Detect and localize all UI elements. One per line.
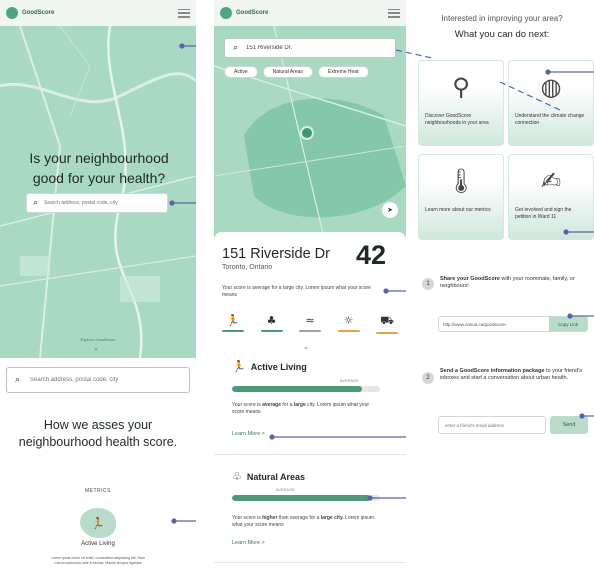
tile-petition[interactable]: ✍ Get involved and sign the petition in … (508, 154, 594, 240)
search-icon: ⌕ (233, 43, 239, 53)
bus-icon[interactable]: ⛟ (376, 314, 398, 334)
search-icon: ⌕ (33, 198, 39, 208)
metrics-label: METRICS (85, 488, 111, 494)
search-bar[interactable]: ⌕ (224, 38, 396, 58)
share-link-box: Copy Link (438, 316, 588, 332)
tile-text: Discover GoodScore neighbourhoods in you… (425, 113, 489, 126)
chevron-down-icon[interactable]: ⌄ (303, 343, 309, 351)
sun-icon[interactable]: ☼ (337, 314, 360, 334)
tile-climate[interactable]: ◍ Understand the climate change connecti… (508, 60, 594, 146)
header-bar: GoodScore (214, 0, 406, 26)
menu-icon[interactable] (178, 8, 190, 18)
results-screen: GoodScore ⌕ Active Natural Areas Extreme… (214, 0, 406, 577)
address-title: 151 Riverside Dr (222, 246, 330, 262)
locate-icon[interactable]: ➤ (382, 202, 398, 218)
petition-icon: ✍ (540, 167, 562, 195)
map-background[interactable] (0, 26, 196, 358)
runner-icon: 🏃 (232, 360, 246, 373)
section-title-text: Active Living (250, 361, 307, 372)
chevron-down-icon[interactable]: ⌄ (93, 344, 99, 352)
learn-more-link[interactable]: Learn More > (232, 431, 265, 437)
average-label: AVERAGE (340, 379, 359, 383)
chip-natural-areas[interactable]: Natural Areas (262, 66, 313, 78)
divider (214, 454, 406, 455)
runner-icon[interactable]: 🏃 (80, 508, 116, 538)
metric-bar (260, 330, 283, 332)
metric-name: Active Living (81, 541, 115, 547)
learn-more-link[interactable]: Learn More > (232, 540, 265, 546)
brand-name: GoodScore (236, 10, 269, 16)
tile-discover[interactable]: ⚲ Discover GoodScore neighbourhoods in y… (418, 60, 504, 146)
section-title-text: Natural Areas (246, 471, 306, 482)
hero-search-input[interactable] (44, 200, 161, 206)
metric-bar (299, 330, 321, 332)
wind-icon[interactable]: ≈ (299, 314, 321, 334)
metric-icons-row: 🏃 ♣ ≈ ☼ ⛟ (222, 314, 398, 334)
header-bar: GoodScore (0, 0, 196, 26)
step-number: 1 (422, 278, 434, 290)
metric-description: Lorem ipsum dolor sit amet, consectetur … (51, 556, 145, 565)
search-input[interactable] (246, 45, 387, 51)
sticky-search-bar[interactable]: ⌕ (6, 367, 190, 393)
globe-icon: ◍ (540, 73, 562, 101)
score-description: Your score is average for a large city. … (222, 285, 371, 298)
share-link-input[interactable] (439, 321, 547, 327)
magnifier-icon: ⚲ (452, 73, 470, 101)
brand[interactable]: GoodScore (220, 7, 268, 19)
copy-link-button[interactable]: Copy Link (549, 317, 587, 331)
search-icon: ⌕ (15, 375, 21, 385)
brand-name: GoodScore (22, 10, 55, 16)
tree-icon[interactable]: ♣ (260, 314, 283, 334)
city-label: Toronto, Ontario (222, 264, 273, 271)
tile-metrics[interactable]: 🌡 Learn more about our metrics (418, 154, 504, 240)
logo-icon (6, 7, 18, 19)
score-card: 151 Riverside Dr Toronto, Ontario 42 You… (214, 232, 406, 577)
average-label: AVERAGE (276, 488, 295, 492)
natural-areas-bar (232, 495, 380, 501)
share-text: Share your GoodScore with your roommate,… (440, 276, 575, 289)
tile-text: Learn more about our metrics (425, 207, 491, 213)
active-living-bar (232, 386, 380, 392)
brand[interactable]: GoodScore (6, 7, 54, 19)
tile-text: Get involved and sign the petition in Wa… (515, 207, 572, 220)
active-living-title: 🏃 Active Living (232, 360, 307, 373)
send-package-text: Send a GoodScore information package to … (440, 368, 582, 381)
assess-heading: How we asses your neighbourhood health s… (18, 418, 178, 449)
filter-chips: Active Natural Areas Extreme Heat (224, 66, 369, 78)
divider (214, 562, 406, 563)
natural-areas-desc: Your score is higher than average for a … (232, 515, 375, 528)
metric-bar (376, 332, 398, 334)
menu-icon[interactable] (388, 8, 400, 18)
landing-screen: GoodScore Is your neighbourhood good for… (0, 0, 196, 577)
logo-icon (220, 7, 232, 19)
explore-label[interactable]: Explore GoodScore (0, 337, 196, 342)
metric-bar (222, 330, 244, 332)
bar-fill (232, 386, 363, 392)
send-button[interactable]: Send (550, 416, 588, 434)
next-heading: What you can do next: (454, 29, 550, 40)
tile-text: Understand the climate change connection (515, 113, 585, 126)
active-living-desc: Your score is average for a large city. … (232, 402, 370, 415)
thermometer-icon: 🌡 (445, 167, 477, 195)
chip-extreme-heat[interactable]: Extreme Heat (317, 66, 369, 78)
hero-title: Is your neighbourhood good for your heal… (29, 150, 169, 186)
chip-active[interactable]: Active (224, 66, 258, 78)
natural-areas-title: ♧ Natural Areas (232, 470, 305, 483)
step-number: 2 (422, 372, 434, 384)
email-field[interactable] (438, 416, 546, 434)
next-steps-screen: Interested in improving your area? What … (410, 0, 594, 577)
hero-search-bar[interactable]: ⌕ (26, 193, 168, 213)
interested-heading: Interested in improving your area? (441, 14, 563, 23)
tree-icon: ♧ (232, 470, 242, 483)
sticky-search-input[interactable] (30, 377, 181, 383)
location-pin-icon[interactable] (300, 126, 314, 140)
email-input[interactable] (439, 422, 545, 428)
score-value: 42 (356, 240, 387, 270)
runner-icon[interactable]: 🏃 (222, 314, 244, 334)
metric-bar (337, 330, 360, 332)
bar-fill (232, 495, 370, 501)
